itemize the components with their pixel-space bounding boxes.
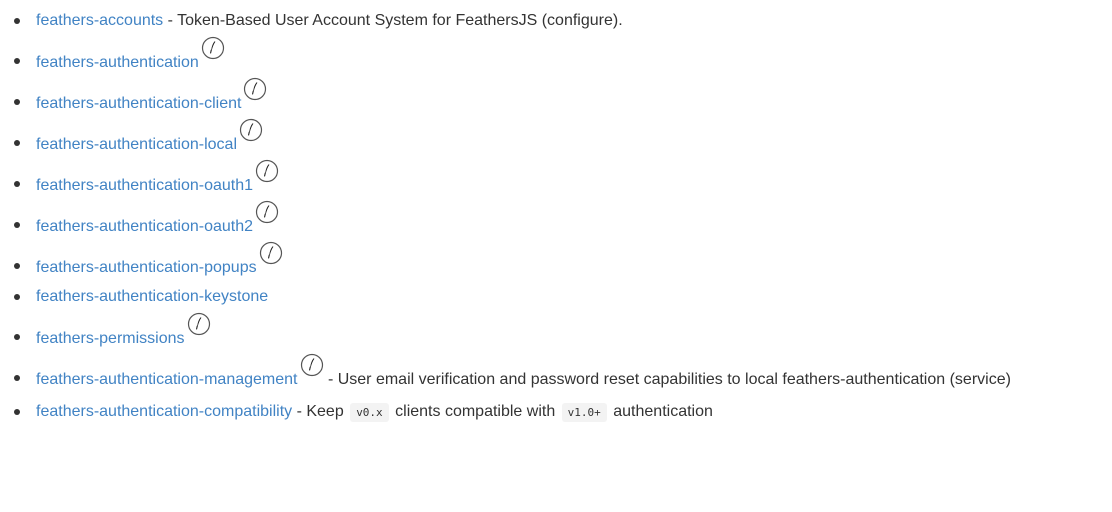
list-item: feathers-authentication-compatibility - … <box>0 395 1112 427</box>
separator: - <box>323 371 338 388</box>
module-link[interactable]: feathers-authentication-management <box>36 371 298 388</box>
module-link[interactable]: feathers-authentication-oauth1 <box>36 177 253 194</box>
module-description: Token-Based User Account System for Feat… <box>177 12 623 29</box>
feather-icon <box>239 118 263 142</box>
module-link[interactable]: feathers-accounts <box>36 12 163 29</box>
module-link[interactable]: feathers-authentication-compatibility <box>36 403 292 420</box>
feather-icon <box>201 36 225 60</box>
list-item: feathers-authentication-popups <box>0 241 1112 282</box>
description-prefix: Keep <box>306 403 344 420</box>
bullet <box>14 294 20 300</box>
list-item: feathers-authentication-management - Use… <box>0 353 1090 395</box>
bullet <box>14 99 20 105</box>
bullet <box>14 222 20 228</box>
description-suffix: authentication <box>613 403 713 420</box>
list-item: feathers-authentication-local <box>0 118 1112 159</box>
list-item: feathers-authentication <box>0 36 1112 77</box>
feather-icon <box>255 159 279 183</box>
feather-icon <box>259 241 283 265</box>
version-code: v1.0+ <box>561 403 607 422</box>
list-item: feathers-authentication-oauth1 <box>0 159 1112 200</box>
module-link[interactable]: feathers-authentication-oauth2 <box>36 218 253 235</box>
module-link[interactable]: feathers-authentication-keystone <box>36 288 268 305</box>
module-link[interactable]: feathers-authentication <box>36 54 199 71</box>
module-list: feathers-accounts - Token-Based User Acc… <box>0 0 1112 427</box>
list-item: feathers-accounts - Token-Based User Acc… <box>0 6 1112 36</box>
bullet <box>14 140 20 146</box>
module-description: User email verification and password res… <box>337 371 1011 388</box>
separator: - <box>163 12 178 29</box>
list-item: feathers-permissions <box>0 312 1112 353</box>
list-item: feathers-authentication-oauth2 <box>0 200 1112 241</box>
feather-icon <box>300 353 324 377</box>
list-item: feathers-authentication-client <box>0 77 1112 118</box>
bullet <box>14 18 20 24</box>
feather-icon <box>187 312 211 336</box>
feather-icon <box>243 77 267 101</box>
module-link[interactable]: feathers-authentication-local <box>36 136 237 153</box>
module-link[interactable]: feathers-authentication-client <box>36 95 241 112</box>
description-middle: clients compatible with <box>395 403 556 420</box>
list-item: feathers-authentication-keystone <box>0 282 1112 312</box>
version-code: v0.x <box>350 403 389 422</box>
bullet <box>14 263 20 269</box>
bullet <box>14 58 20 64</box>
bullet <box>14 375 20 381</box>
module-link[interactable]: feathers-permissions <box>36 330 185 347</box>
separator: - <box>292 403 307 420</box>
bullet <box>14 181 20 187</box>
bullet <box>14 409 20 415</box>
module-link[interactable]: feathers-authentication-popups <box>36 259 257 276</box>
feather-icon <box>255 200 279 224</box>
bullet <box>14 334 20 340</box>
